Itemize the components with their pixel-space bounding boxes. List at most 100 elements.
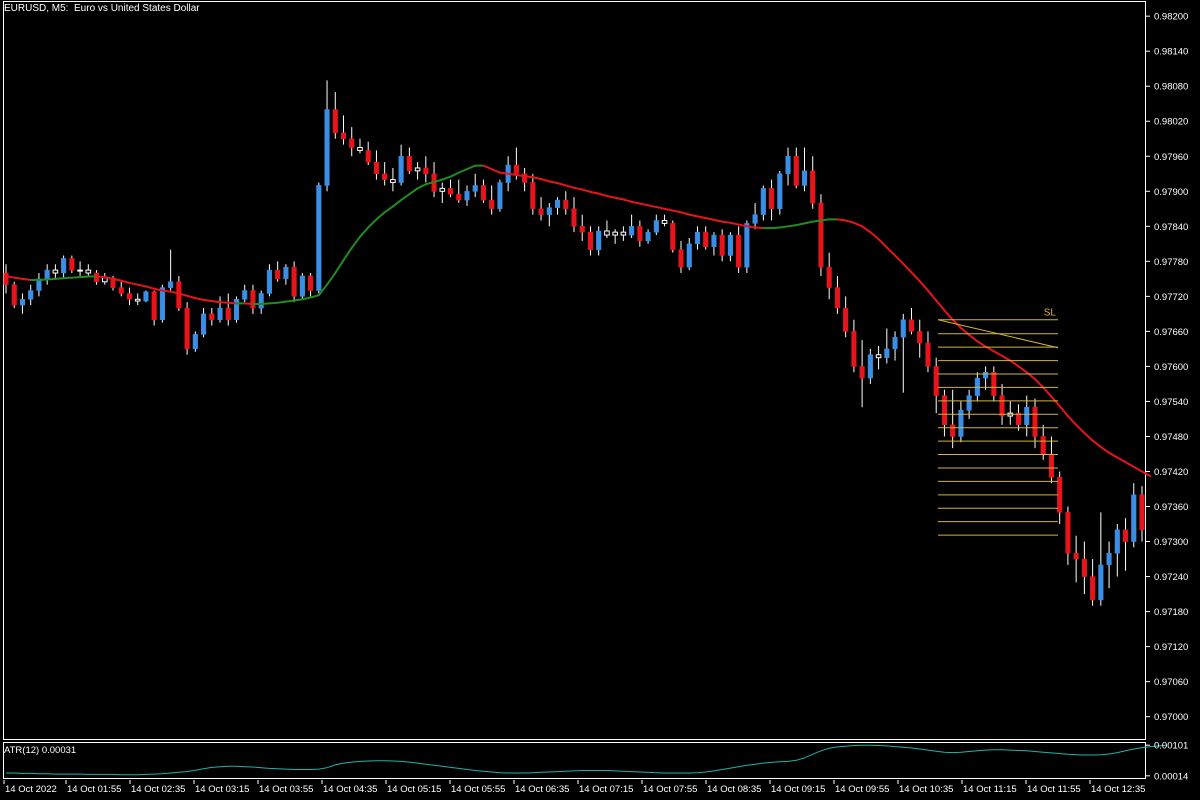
- candle-body: [52, 269, 59, 274]
- y-tick-label: 0.97900: [1154, 187, 1188, 198]
- moving-average-segment: [400, 193, 411, 202]
- candle-body: [464, 191, 470, 201]
- moving-average-segment: [811, 219, 822, 223]
- moving-average-segment: [186, 294, 197, 300]
- candle-body: [19, 299, 26, 306]
- candle-body: [793, 156, 799, 186]
- y-tick-label: 0.97420: [1154, 467, 1188, 478]
- candle-body: [28, 290, 34, 300]
- candle-body: [711, 234, 717, 247]
- moving-average-segment: [531, 176, 543, 181]
- candle-body: [1073, 552, 1079, 560]
- candle-body: [373, 161, 379, 175]
- candle-body: [826, 266, 832, 288]
- candle-body: [357, 147, 363, 151]
- moving-average-segment: [902, 262, 913, 274]
- moving-average-segment: [490, 168, 501, 174]
- moving-average-segment: [1083, 431, 1094, 442]
- moving-average-segment: [268, 301, 279, 305]
- candle-body: [3, 272, 9, 285]
- candle-body: [497, 182, 503, 210]
- candle-body: [678, 249, 684, 268]
- moving-average-segment: [885, 246, 897, 257]
- candle-body: [736, 234, 742, 268]
- moving-average-segment: [910, 271, 921, 283]
- candle-body: [637, 226, 643, 242]
- candle-body: [645, 231, 651, 242]
- candle-body: [670, 223, 676, 250]
- moving-average-segment: [795, 222, 806, 227]
- moving-average-segment: [79, 275, 90, 279]
- y-tick-label: 0.97960: [1154, 152, 1188, 163]
- candle-body: [168, 281, 174, 288]
- candle-body: [414, 167, 421, 172]
- candle-body: [316, 185, 322, 291]
- candle-body: [859, 366, 865, 379]
- moving-average-segment: [375, 211, 386, 221]
- moving-average-segment: [219, 301, 230, 304]
- candle-body: [719, 234, 725, 256]
- moving-average-segment: [383, 205, 394, 214]
- candle-body: [447, 188, 454, 195]
- x-tick-label: 14 Oct 11:15: [963, 784, 1017, 795]
- candle-body: [134, 298, 141, 302]
- candle-body: [785, 156, 791, 175]
- indicator-y-tick-label: 0.00014: [1154, 771, 1188, 782]
- moving-average-segment: [326, 272, 337, 286]
- moving-average-segment: [605, 194, 617, 199]
- y-tick-label: 0.97060: [1154, 677, 1188, 688]
- moving-average-segment: [638, 202, 650, 207]
- moving-average-segment: [416, 183, 427, 190]
- moving-average-segment: [391, 199, 403, 208]
- candle-body: [933, 366, 939, 396]
- candle-body: [299, 275, 305, 297]
- moving-average-segment: [457, 168, 468, 174]
- moving-average-segment: [754, 226, 765, 230]
- candle-body: [818, 202, 824, 268]
- moving-average-segment: [128, 281, 139, 286]
- candle-body: [11, 284, 17, 306]
- candle-body: [439, 187, 446, 192]
- candle-body: [991, 372, 997, 396]
- candle-body: [159, 287, 165, 320]
- moving-average-segment: [515, 173, 526, 178]
- moving-average-segment: [688, 213, 699, 218]
- moving-average-segment: [260, 302, 271, 305]
- moving-average-segment: [46, 277, 57, 281]
- moving-average-segment: [589, 190, 600, 195]
- candle-body: [291, 266, 297, 297]
- candle-body: [752, 214, 758, 224]
- candle-body: [596, 230, 602, 250]
- moving-average-segment: [655, 206, 666, 210]
- moving-average-segment: [202, 298, 213, 303]
- moving-average-segment: [1091, 439, 1102, 448]
- candle-body: [398, 156, 404, 183]
- candle-body: [801, 170, 808, 186]
- moving-average-segment: [869, 231, 880, 241]
- moving-average-segment: [770, 226, 781, 230]
- x-tick-label: 14 Oct 07:55: [643, 784, 697, 795]
- candle-body: [390, 179, 396, 184]
- candle-body: [456, 193, 462, 201]
- atr-indicator-label: ATR(12) 0.00031: [4, 745, 77, 756]
- y-tick-label: 0.98020: [1154, 117, 1188, 128]
- candle-body: [69, 258, 75, 271]
- candle-body: [1057, 477, 1063, 513]
- x-tick-label: 14 Oct 03:55: [259, 784, 313, 795]
- x-tick-label: 14 Oct 12:35: [1091, 784, 1145, 795]
- candle-body: [192, 334, 198, 350]
- y-tick-label: 0.97540: [1154, 397, 1188, 408]
- moving-average-segment: [712, 218, 724, 223]
- candle-body: [472, 185, 478, 192]
- moving-average-segment: [836, 218, 847, 222]
- moving-average-segment: [13, 276, 24, 280]
- y-tick-label: 0.97300: [1154, 537, 1188, 548]
- candle-body: [851, 331, 857, 367]
- moving-average-segment: [1025, 371, 1036, 381]
- candle-body: [1015, 412, 1022, 426]
- candle-body: [1090, 576, 1096, 601]
- moving-average-segment: [573, 186, 584, 191]
- moving-average-segment: [523, 175, 534, 179]
- x-tick-label: 14 Oct 09:55: [835, 784, 889, 795]
- moving-average-segment: [647, 204, 658, 209]
